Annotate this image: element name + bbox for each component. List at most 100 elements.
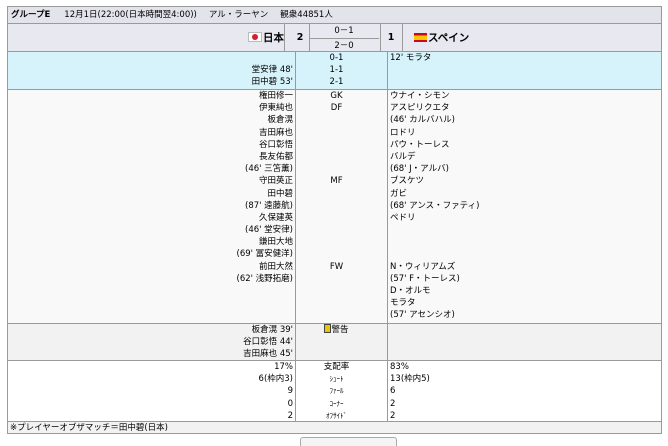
card-type: 警告 [293, 324, 380, 336]
home-player: 鎌田大地 [258, 237, 293, 248]
home-scorer [8, 52, 293, 64]
position-label [293, 151, 380, 163]
running-score-item: 0-1 [329, 53, 344, 63]
running-score-item: 1-1 [329, 65, 344, 76]
group-label: グループE [11, 10, 51, 20]
home-lineup: 権田修一 伊東純也 板倉滉 吉田麻也 谷口彰悟 長友佑都 (46' 三笘薫) 守… [8, 90, 294, 285]
home-stat: 17% [274, 362, 293, 372]
position-label [293, 139, 380, 151]
card-label: 警告 [293, 324, 380, 336]
away-stat: 6 [390, 386, 396, 397]
home-player: 長友佑都 [258, 151, 293, 162]
stat-label: ｼｭｰﾄ [329, 375, 344, 384]
away-player: ウナイ・シモン [390, 91, 450, 101]
lineup-section: 権田修一 伊東純也 板倉滉 吉田麻也 谷口彰悟 長友佑都 (46' 三笘薫) 守… [8, 89, 661, 323]
position-label [293, 200, 380, 212]
home-stat: 0 [287, 398, 293, 409]
position-label [293, 212, 380, 224]
away-player: (57' F・トーレス) [390, 273, 460, 284]
away-scorer: 12' モラタ [390, 53, 432, 63]
first-half-score: 0－1 [309, 24, 379, 39]
away-score: 1 [387, 32, 395, 43]
away-stats: 83% 13(枠内5) 6 2 2 [390, 361, 660, 422]
away-player [390, 236, 660, 248]
home-team: 日本 [8, 24, 284, 52]
position-label: MF [330, 176, 343, 187]
stat-label: 支配率 [323, 362, 350, 372]
home-score: 2 [296, 32, 304, 43]
home-card: 板倉滉 39' [251, 325, 293, 335]
match-report-table: グループE 12月1日(22:00(日本時間翌4:00)) アル・ラーヤン 観衆448… [7, 6, 662, 434]
away-player: (68' アンス・ファティ) [390, 200, 480, 211]
home-player: 久保建英 [258, 212, 293, 223]
stat-labels: 支配率 ｼｭｰﾄ ﾌｧｰﾙ ｺｰﾅｰ ｵﾌｻｲﾄﾞ [293, 361, 380, 422]
spain-flag-icon [414, 32, 427, 42]
home-player: 前田大然 [258, 261, 293, 272]
home-card: 谷口彰悟 44' [243, 337, 293, 348]
position-label [293, 127, 380, 139]
position-label: DF [330, 103, 343, 114]
away-stat: 2 [390, 398, 396, 409]
away-player: ロドリ [390, 127, 416, 138]
away-stat: 13(枠内5) [390, 374, 430, 385]
position-label [293, 188, 380, 200]
position-label [293, 273, 380, 285]
position-label: GK [330, 91, 343, 101]
position-label [293, 163, 380, 175]
home-player: 板倉滉 [267, 115, 293, 126]
away-team: スペイン [414, 24, 654, 52]
away-scorers: 12' モラタ [390, 52, 660, 89]
home-stat: 6(枠内3) [258, 374, 293, 385]
goals-section: 堂安律 48' 田中碧 53' 0-1 1-1 2-1 12' モラタ [8, 51, 661, 89]
stats-section: 17% 6(枠内3) 9 0 2 支配率 ｼｭｰﾄ ﾌｧｰﾙ ｺｰﾅｰ ｵﾌｻｲ… [8, 360, 661, 421]
away-player: (46' カルバハル) [390, 115, 455, 126]
japan-flag-icon [248, 32, 262, 42]
half-scores: 0－1 2－0 [309, 24, 379, 52]
away-player: ガビ [390, 188, 408, 199]
player-of-the-match: ※プレイヤーオブザマッチ＝田中碧(日本) [8, 421, 661, 433]
away-scorer [390, 76, 660, 88]
match-datetime: 12月1日(22:00(日本時間翌4:00)) [64, 10, 197, 20]
away-player: D・オルモ [390, 286, 431, 296]
away-lineup: ウナイ・シモン アスピリクエタ (46' カルバハル) ロドリ パウ・トーレス … [390, 90, 660, 322]
attendance: 観衆44851人 [280, 10, 333, 20]
away-cards [390, 324, 660, 336]
home-player: (62' 浅野拓磨) [236, 273, 294, 284]
home-player: (87' 遠藤航) [245, 200, 293, 211]
away-card [390, 324, 660, 336]
home-player: 吉田麻也 [258, 127, 293, 138]
away-player: モラタ [390, 298, 416, 309]
stat-label: ﾌｧｰﾙ [329, 387, 344, 396]
away-player [390, 224, 660, 236]
away-scorer [390, 64, 660, 76]
away-team-name: スペイン [428, 32, 470, 44]
partial-element [300, 437, 397, 446]
running-score-item: 2-1 [329, 77, 344, 88]
scoreboard: 日本 2 0－1 2－0 1 スペイン [8, 23, 661, 51]
away-player: (57' アセンシオ) [390, 310, 455, 321]
position-label [293, 236, 380, 248]
home-player: 伊東純也 [258, 103, 293, 114]
away-player: ブスケツ [390, 176, 425, 187]
card-label-text: 警告 [331, 325, 349, 335]
positions: GK DF MF FW [293, 90, 380, 285]
running-score: 0-1 1-1 2-1 [293, 52, 380, 89]
home-stats: 17% 6(枠内3) 9 0 2 [8, 361, 293, 422]
cards-section: 板倉滉 39' 谷口彰悟 44' 吉田麻也 45' 警告 [8, 323, 661, 360]
home-player: 谷口彰悟 [258, 139, 293, 150]
home-player: 守田英正 [258, 176, 293, 187]
match-info-bar: グループE 12月1日(22:00(日本時間翌4:00)) アル・ラーヤン 観衆448… [8, 7, 661, 23]
away-player [390, 248, 660, 260]
away-stat: 83% [390, 362, 409, 372]
home-player: 権田修一 [258, 91, 293, 101]
home-cards: 板倉滉 39' 谷口彰悟 44' 吉田麻也 45' [8, 324, 293, 361]
position-label [293, 224, 380, 236]
home-scorers: 堂安律 48' 田中碧 53' [8, 52, 293, 89]
away-player: ペドリ [390, 212, 416, 223]
position-label [293, 114, 380, 126]
away-player: N・ウィリアムズ [390, 261, 456, 272]
home-player: (46' 堂安律) [245, 225, 293, 236]
away-player: パウ・トーレス [390, 139, 450, 150]
away-player: (68' J・アルバ) [390, 164, 449, 175]
home-player: 田中碧 [267, 188, 293, 199]
